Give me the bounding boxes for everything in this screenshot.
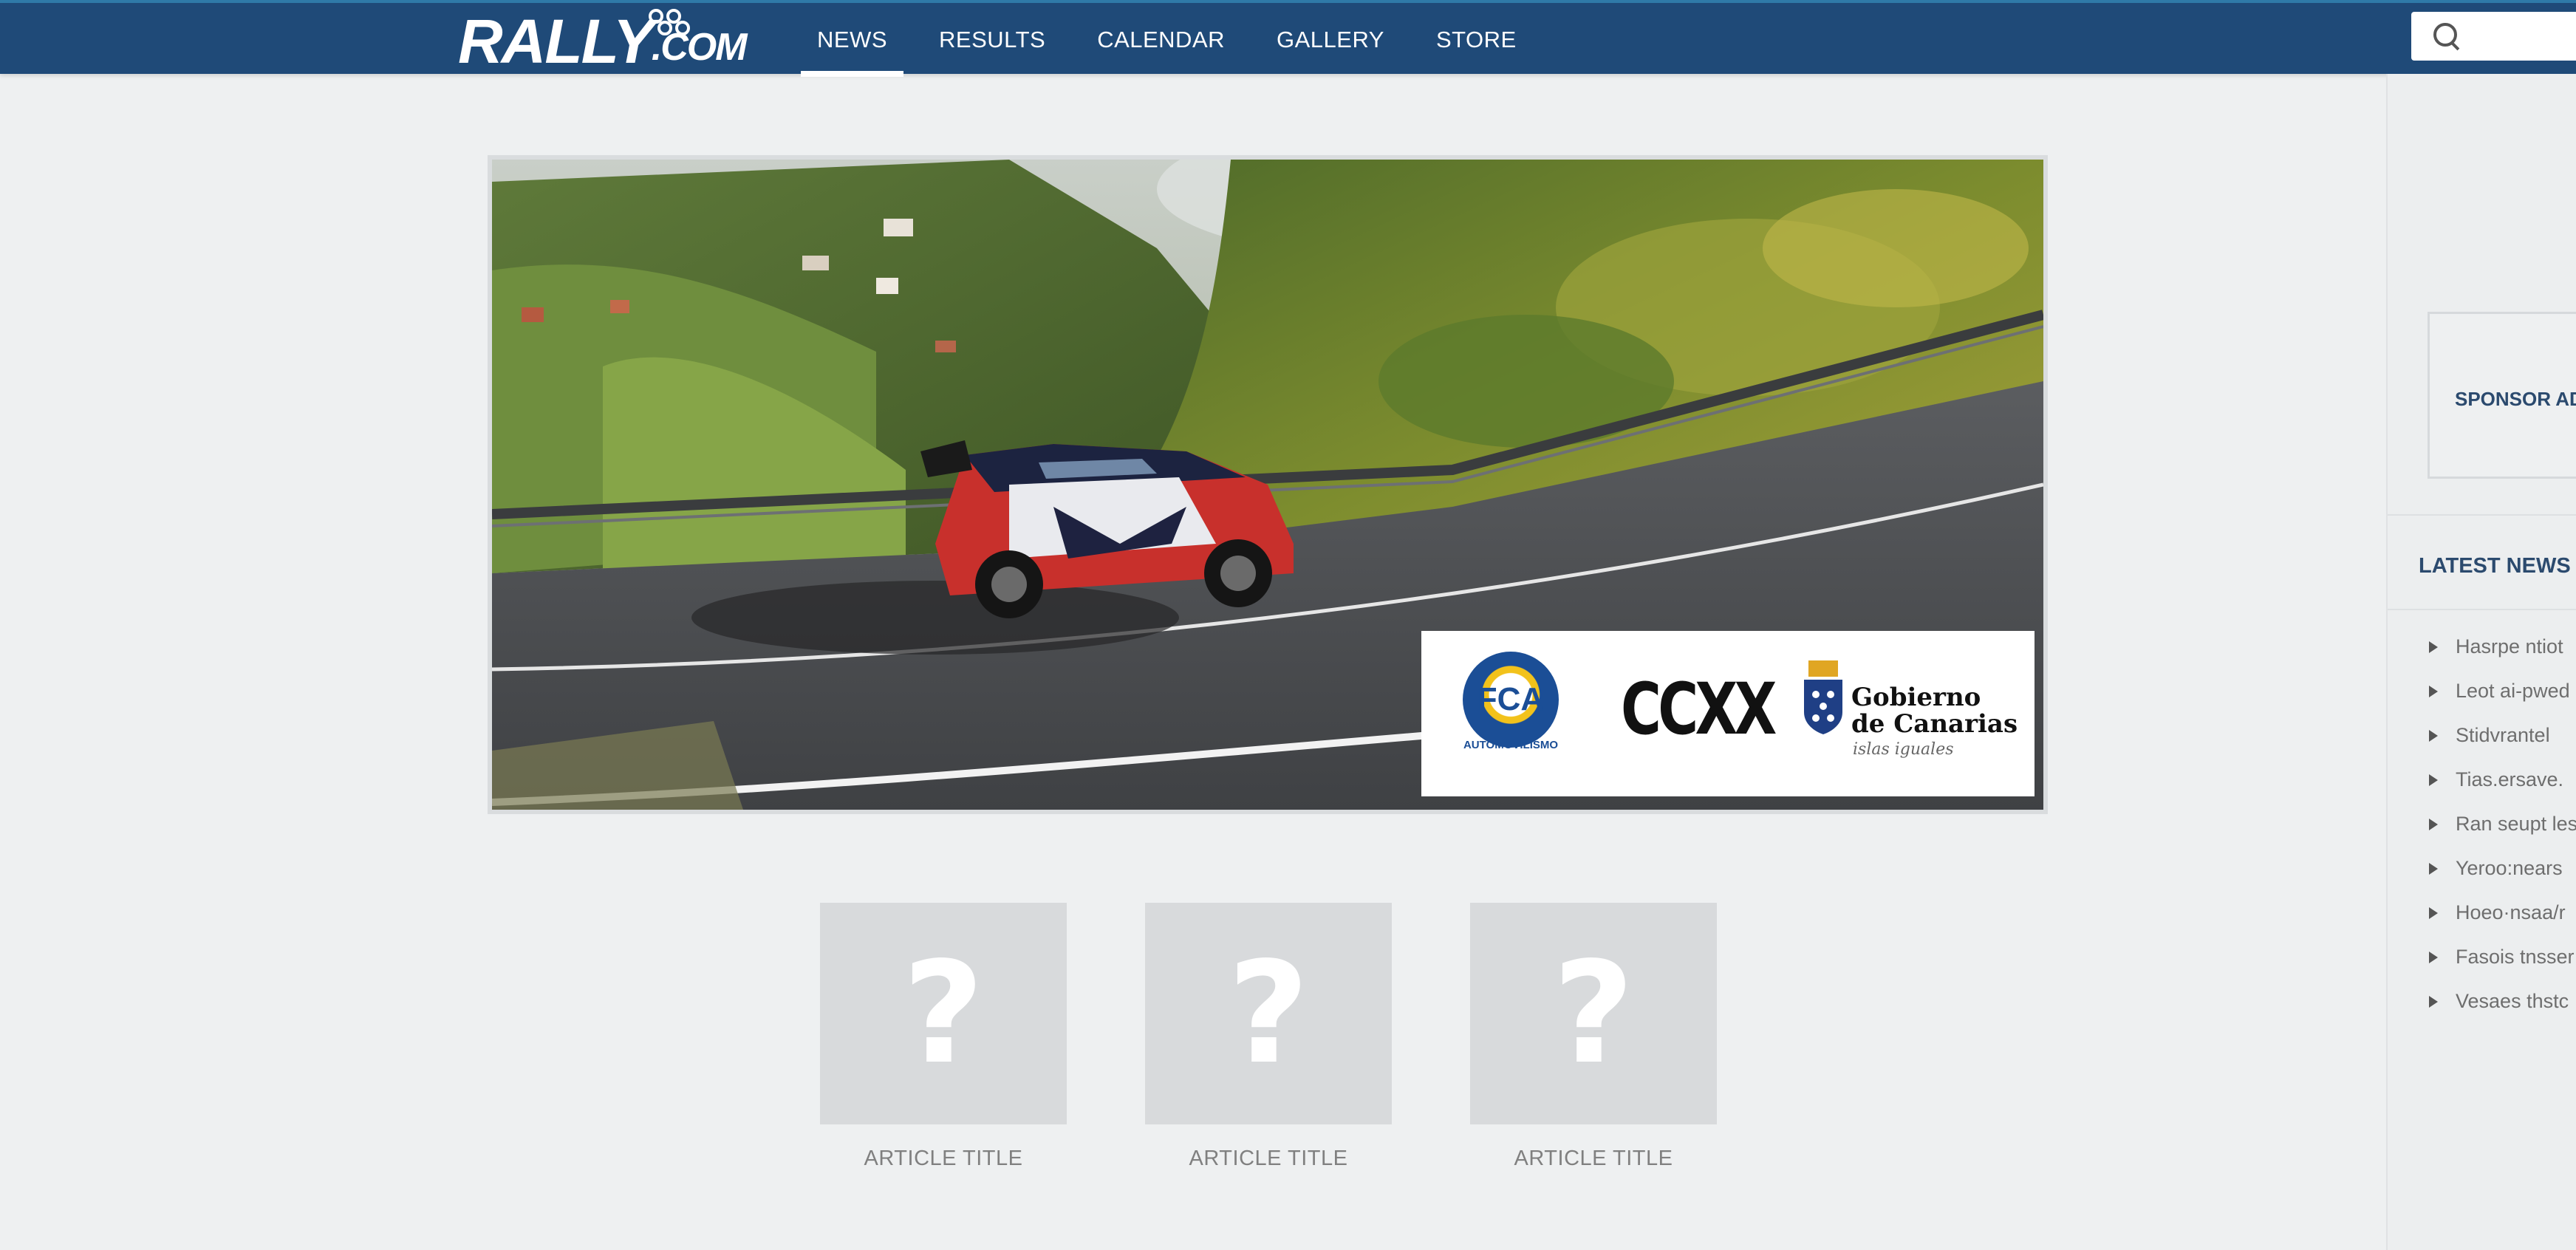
article-card[interactable]: ? ARTICLE TITLE bbox=[1470, 903, 1717, 1171]
latest-news-item[interactable]: Tias.ersave. bbox=[2425, 768, 2576, 813]
latest-news-item[interactable]: Hoeo·nsaa/r bbox=[2425, 901, 2576, 946]
placeholder-question-icon: ? bbox=[1227, 932, 1310, 1095]
sidebar-divider bbox=[2388, 514, 2576, 516]
gobierno-logo-line2: de Canarias bbox=[1851, 709, 2018, 739]
ccxx-logo: CCXX bbox=[1621, 668, 1777, 751]
fca-logo-text: FCA bbox=[1477, 681, 1545, 717]
sidebar-divider bbox=[2388, 609, 2576, 610]
article-thumbnail[interactable]: ? bbox=[1145, 903, 1392, 1124]
fca-logo: FCA bbox=[1463, 652, 1559, 748]
article-card[interactable]: ? ARTICLE TITLE bbox=[1145, 903, 1392, 1171]
gobierno-logo-line1: Gobierno bbox=[1851, 683, 1981, 712]
sponsor-ad-box[interactable]: SPONSOR AD bbox=[2428, 312, 2576, 479]
nav-item-store[interactable]: STORE bbox=[1418, 3, 1534, 77]
nav-item-calendar[interactable]: CALENDAR bbox=[1079, 3, 1243, 77]
nav-item-news[interactable]: NEWS bbox=[799, 3, 905, 77]
placeholder-question-icon: ? bbox=[1552, 932, 1635, 1095]
latest-news-heading: LATEST NEWS bbox=[2419, 554, 2571, 578]
nav-item-gallery[interactable]: GALLERY bbox=[1259, 3, 1402, 77]
latest-news-item[interactable]: Vesaes thstc bbox=[2425, 990, 2576, 1034]
search-box[interactable] bbox=[2411, 12, 2576, 61]
article-title[interactable]: ARTICLE TITLE bbox=[820, 1147, 1067, 1171]
gobierno-logo-tagline: islas iguales bbox=[1853, 740, 1954, 759]
site-logo[interactable]: RALLY .COM bbox=[458, 6, 748, 76]
main-nav: NEWS RESULTS CALENDAR GALLERY STORE bbox=[799, 3, 1534, 77]
placeholder-question-icon: ? bbox=[902, 932, 985, 1095]
right-sidebar: SPONSOR AD LATEST NEWS Hasrpe ntiot Leot… bbox=[2386, 74, 2576, 1250]
sponsor-ad-label: SPONSOR AD bbox=[2455, 388, 2576, 410]
search-input[interactable] bbox=[2469, 21, 2576, 51]
article-title[interactable]: ARTICLE TITLE bbox=[1470, 1147, 1717, 1171]
search-icon[interactable] bbox=[2432, 21, 2461, 51]
nav-item-results[interactable]: RESULTS bbox=[921, 3, 1063, 77]
article-title[interactable]: ARTICLE TITLE bbox=[1145, 1147, 1392, 1171]
article-thumbnail[interactable]: ? bbox=[820, 903, 1067, 1124]
latest-news-item[interactable]: Hasrpe ntiot bbox=[2425, 635, 2576, 680]
logo-wordmark: RALLY bbox=[458, 7, 655, 76]
latest-news-list: Hasrpe ntiot Leot ai-pwed Stidvrantel Ti… bbox=[2425, 635, 2576, 1034]
hero-sponsor-panel: FCA AUTOMOVILISMO CCXX Gobierno de Canar… bbox=[1421, 631, 2035, 796]
gobierno-shield-icon bbox=[1804, 660, 1842, 734]
latest-news-item[interactable]: Leot ai-pwed bbox=[2425, 680, 2576, 724]
latest-news-item[interactable]: Yeroo:nears bbox=[2425, 857, 2576, 901]
top-nav-bar: RALLY .COM NEWS RESULTS CALENDAR GALLERY… bbox=[0, 0, 2576, 77]
logo-rings-icon bbox=[648, 9, 700, 38]
latest-news-item[interactable]: Ran seupt les bbox=[2425, 813, 2576, 857]
article-card[interactable]: ? ARTICLE TITLE bbox=[820, 903, 1067, 1171]
latest-news-item[interactable]: Stidvrantel bbox=[2425, 724, 2576, 768]
latest-news-item[interactable]: Fasois tnsser bbox=[2425, 946, 2576, 990]
article-thumbnail[interactable]: ? bbox=[1470, 903, 1717, 1124]
fca-logo-subtitle: AUTOMOVILISMO bbox=[1463, 739, 1559, 751]
